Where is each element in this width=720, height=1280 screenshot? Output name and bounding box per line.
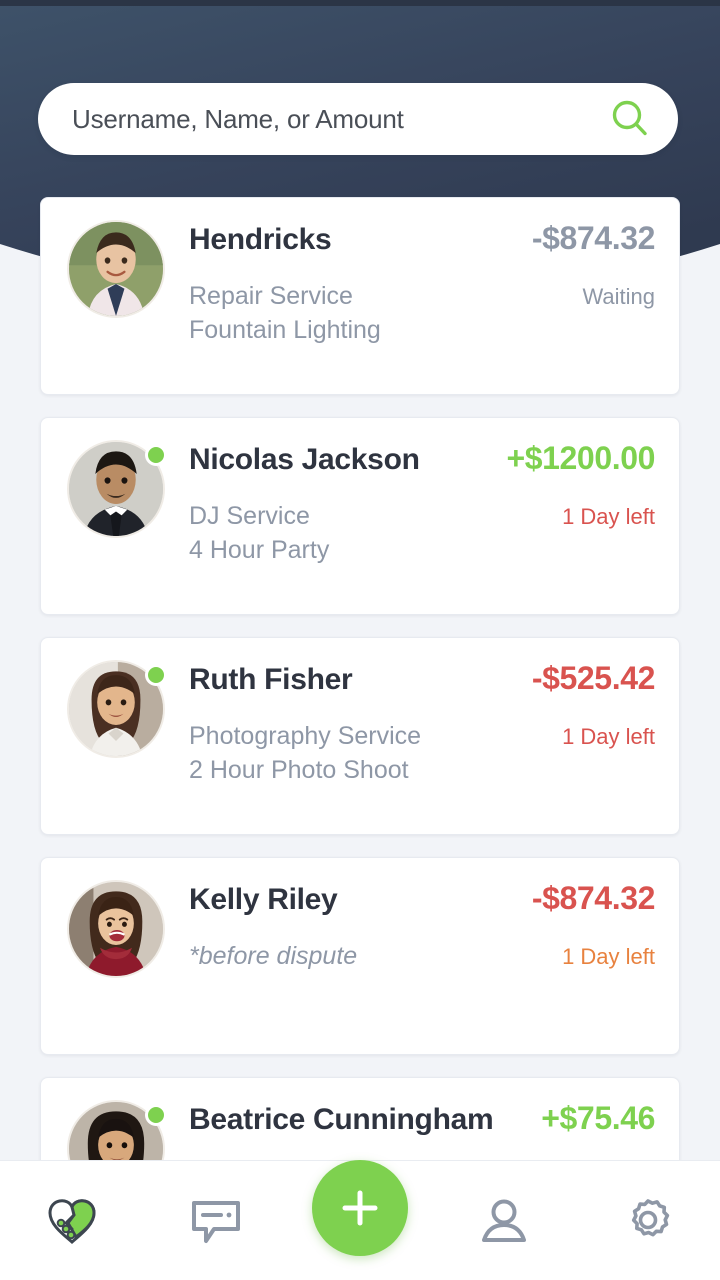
transaction-card[interactable]: Nicolas Jackson +$1200.00 DJ Service 4 H…: [40, 417, 680, 615]
nav-item-profile[interactable]: [432, 1161, 576, 1280]
nav-item-new[interactable]: [288, 1161, 432, 1280]
person-name: Kelly Riley: [189, 883, 337, 917]
service-line-2: Fountain Lighting: [189, 313, 381, 347]
transaction-amount: -$525.42: [532, 660, 655, 697]
nav-item-messages[interactable]: [144, 1161, 288, 1280]
status-badge: 1 Day left: [562, 722, 655, 750]
transaction-list[interactable]: Hendricks -$874.32 Repair Service Founta…: [0, 197, 720, 1162]
transaction-amount: +$1200.00: [506, 440, 655, 477]
service-line-1: Repair Service: [189, 282, 353, 310]
transaction-amount: +$75.46: [541, 1100, 655, 1137]
service-line-1: *before dispute: [189, 942, 357, 970]
avatar[interactable]: [67, 220, 165, 318]
service-line-1: Photography Service: [189, 722, 421, 750]
service-description: Repair Service Fountain Lighting: [189, 279, 381, 347]
service-description: *before dispute: [189, 939, 357, 973]
service-description: DJ Service 4 Hour Party: [189, 499, 329, 567]
transaction-card[interactable]: Kelly Riley -$874.32 *before dispute 1 D…: [40, 857, 680, 1055]
avatar[interactable]: [67, 440, 165, 538]
online-status-dot: [145, 1104, 167, 1126]
avatar[interactable]: [67, 1100, 165, 1162]
search-icon[interactable]: [608, 97, 652, 141]
transaction-card[interactable]: Ruth Fisher -$525.42 Photography Service…: [40, 637, 680, 835]
plus-icon[interactable]: [336, 1184, 384, 1232]
status-badge: Waiting: [582, 282, 655, 310]
gear-icon[interactable]: [621, 1194, 675, 1248]
chat-bubble-icon[interactable]: [188, 1195, 244, 1247]
service-description: Photography Service 2 Hour Photo Shoot: [189, 719, 421, 787]
avatar[interactable]: [67, 880, 165, 978]
add-button[interactable]: [312, 1160, 408, 1256]
transaction-amount: -$874.32: [532, 880, 655, 917]
online-status-dot: [145, 664, 167, 686]
service-line-2: 4 Hour Party: [189, 533, 329, 567]
handshake-heart-icon[interactable]: [44, 1195, 100, 1247]
person-name: Ruth Fisher: [189, 663, 352, 697]
person-name: Beatrice Cunningham: [189, 1103, 493, 1137]
nav-item-deals[interactable]: [0, 1161, 144, 1280]
transaction-card[interactable]: Hendricks -$874.32 Repair Service Founta…: [40, 197, 680, 395]
status-bar-strip: [0, 0, 720, 6]
service-line-2: 2 Hour Photo Shoot: [189, 753, 421, 787]
transaction-amount: -$874.32: [532, 220, 655, 257]
avatar-hendricks: [67, 220, 165, 318]
person-icon[interactable]: [476, 1195, 532, 1247]
transaction-card[interactable]: Beatrice Cunningham +$75.46: [40, 1077, 680, 1162]
service-line-1: DJ Service: [189, 502, 310, 530]
status-badge: 1 Day left: [562, 942, 655, 970]
person-name: Hendricks: [189, 223, 331, 257]
nav-item-settings[interactable]: [576, 1161, 720, 1280]
bottom-navigation[interactable]: [0, 1160, 720, 1280]
status-badge: 1 Day left: [562, 502, 655, 530]
search-bar[interactable]: [38, 83, 678, 155]
search-input[interactable]: [72, 104, 608, 135]
online-status-dot: [145, 444, 167, 466]
person-name: Nicolas Jackson: [189, 443, 420, 477]
avatar[interactable]: [67, 660, 165, 758]
avatar-kelly-riley: [67, 880, 165, 978]
